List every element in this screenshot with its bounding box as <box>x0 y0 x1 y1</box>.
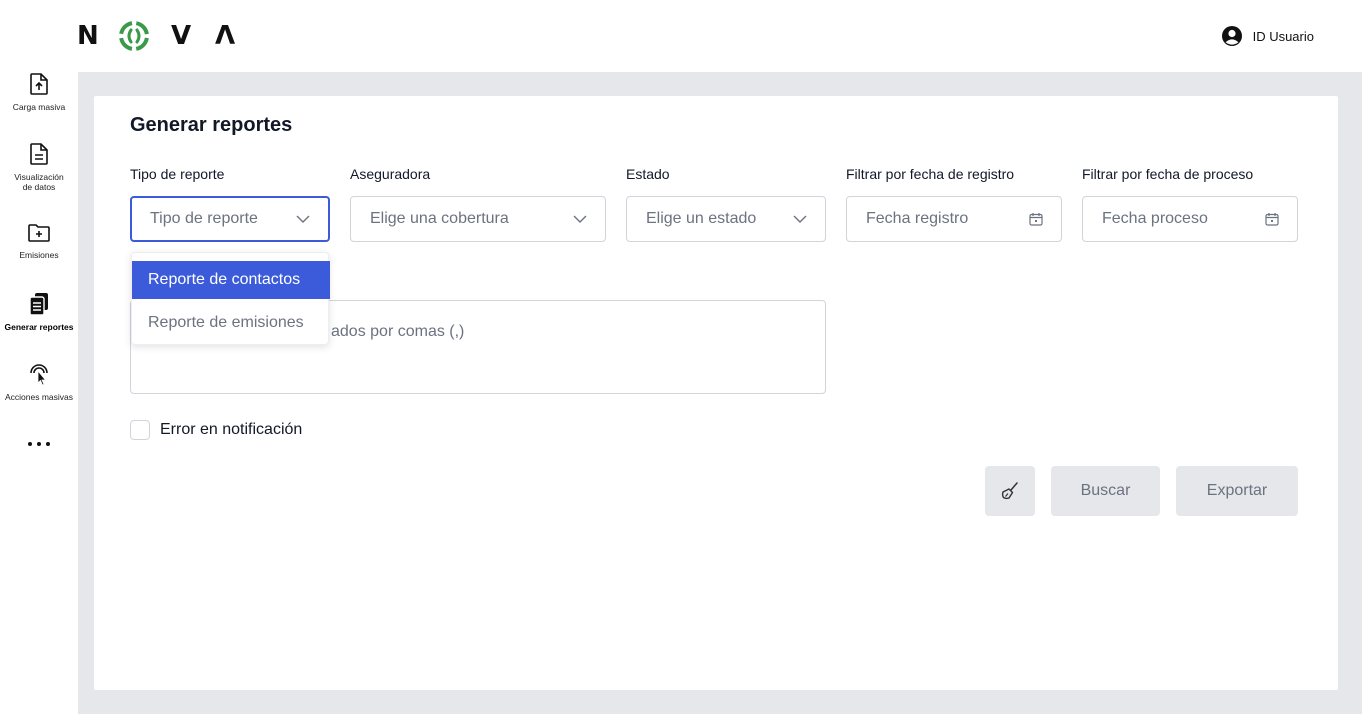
touch-pointer-icon <box>30 364 48 386</box>
sidebar-item-acciones-masivas[interactable]: Acciones masivas <box>0 362 78 402</box>
chevron-down-icon <box>573 215 587 223</box>
dropdown-option-emisiones[interactable]: Reporte de emisiones <box>132 304 330 342</box>
dropdown-option-contactos[interactable]: Reporte de contactos <box>132 261 330 299</box>
logo-letter-n: N <box>77 21 99 51</box>
label-fecha-registro: Filtrar por fecha de registro <box>846 166 1015 182</box>
label-aseguradora: Aseguradora <box>350 166 431 182</box>
tipo-reporte-select[interactable]: Tipo de reporte <box>130 196 330 242</box>
fecha-registro-input[interactable]: Fecha registro <box>846 196 1062 242</box>
user-circle-icon <box>1221 26 1242 46</box>
user-label: ID Usuario <box>1252 28 1314 44</box>
clear-button[interactable] <box>985 466 1035 516</box>
label-tipo-reporte: Tipo de reporte <box>130 166 225 182</box>
page-title: Generar reportes <box>130 114 293 136</box>
estado-placeholder: Elige un estado <box>646 210 757 227</box>
fecha-proceso-placeholder: Fecha proceso <box>1102 210 1208 227</box>
logo-letter-v: V <box>171 21 192 51</box>
folder-plus-icon <box>28 224 50 242</box>
document-icon <box>30 143 48 165</box>
user-menu[interactable]: ID Usuario <box>1221 25 1314 47</box>
clipboard-list-icon <box>29 293 48 316</box>
chevron-down-icon <box>296 215 310 223</box>
file-upload-icon <box>30 73 48 95</box>
more-dots-icon[interactable] <box>28 440 50 448</box>
sidebar-item-generar-reportes[interactable]: Generar reportes <box>0 292 78 332</box>
top-bar: N V Λ ID Usuario <box>0 0 1362 72</box>
sidebar-item-visualizacion[interactable]: Visualización de datos <box>0 142 78 192</box>
sidebar-item-carga-masiva[interactable]: Carga masiva <box>0 72 78 112</box>
fecha-proceso-input[interactable]: Fecha proceso <box>1082 196 1298 242</box>
sidebar-item-label: Visualización de datos <box>14 172 64 192</box>
aseguradora-placeholder: Elige una cobertura <box>370 210 509 227</box>
chevron-down-icon <box>793 215 807 223</box>
tipo-reporte-placeholder: Tipo de reporte <box>150 210 258 227</box>
sidebar-item-label: Generar reportes <box>4 322 74 332</box>
calendar-icon[interactable] <box>1029 212 1043 226</box>
calendar-icon[interactable] <box>1265 212 1279 226</box>
sidebar-item-label: Acciones masivas <box>4 392 74 402</box>
aseguradora-select[interactable]: Elige una cobertura <box>350 196 606 242</box>
exportar-button[interactable]: Exportar <box>1176 466 1298 516</box>
broom-icon <box>1001 482 1018 500</box>
logo-letter-a: Λ <box>215 21 236 51</box>
sidebar-item-label: Emisiones <box>19 250 59 260</box>
label-estado: Estado <box>626 166 670 182</box>
sidebar-item-label: Carga masiva <box>12 102 66 112</box>
checkbox-label: Error en notificación <box>160 421 303 438</box>
logo-ring-icon <box>118 19 150 58</box>
sidebar-item-emisiones[interactable]: Emisiones <box>0 222 78 260</box>
error-notificacion-checkbox[interactable] <box>130 420 150 440</box>
label-fecha-proceso: Filtrar por fecha de proceso <box>1082 166 1254 182</box>
error-notificacion-row: Error en notificación <box>130 420 302 440</box>
sidebar: Carga masiva Visualización de datos Emis… <box>0 72 78 714</box>
ids-textarea-placeholder: ados por comas (,) <box>331 323 465 340</box>
buscar-button[interactable]: Buscar <box>1051 466 1160 516</box>
tipo-reporte-dropdown: Reporte de contactos Reporte de emisione… <box>131 252 330 345</box>
fecha-registro-placeholder: Fecha registro <box>866 210 969 227</box>
estado-select[interactable]: Elige un estado <box>626 196 826 242</box>
